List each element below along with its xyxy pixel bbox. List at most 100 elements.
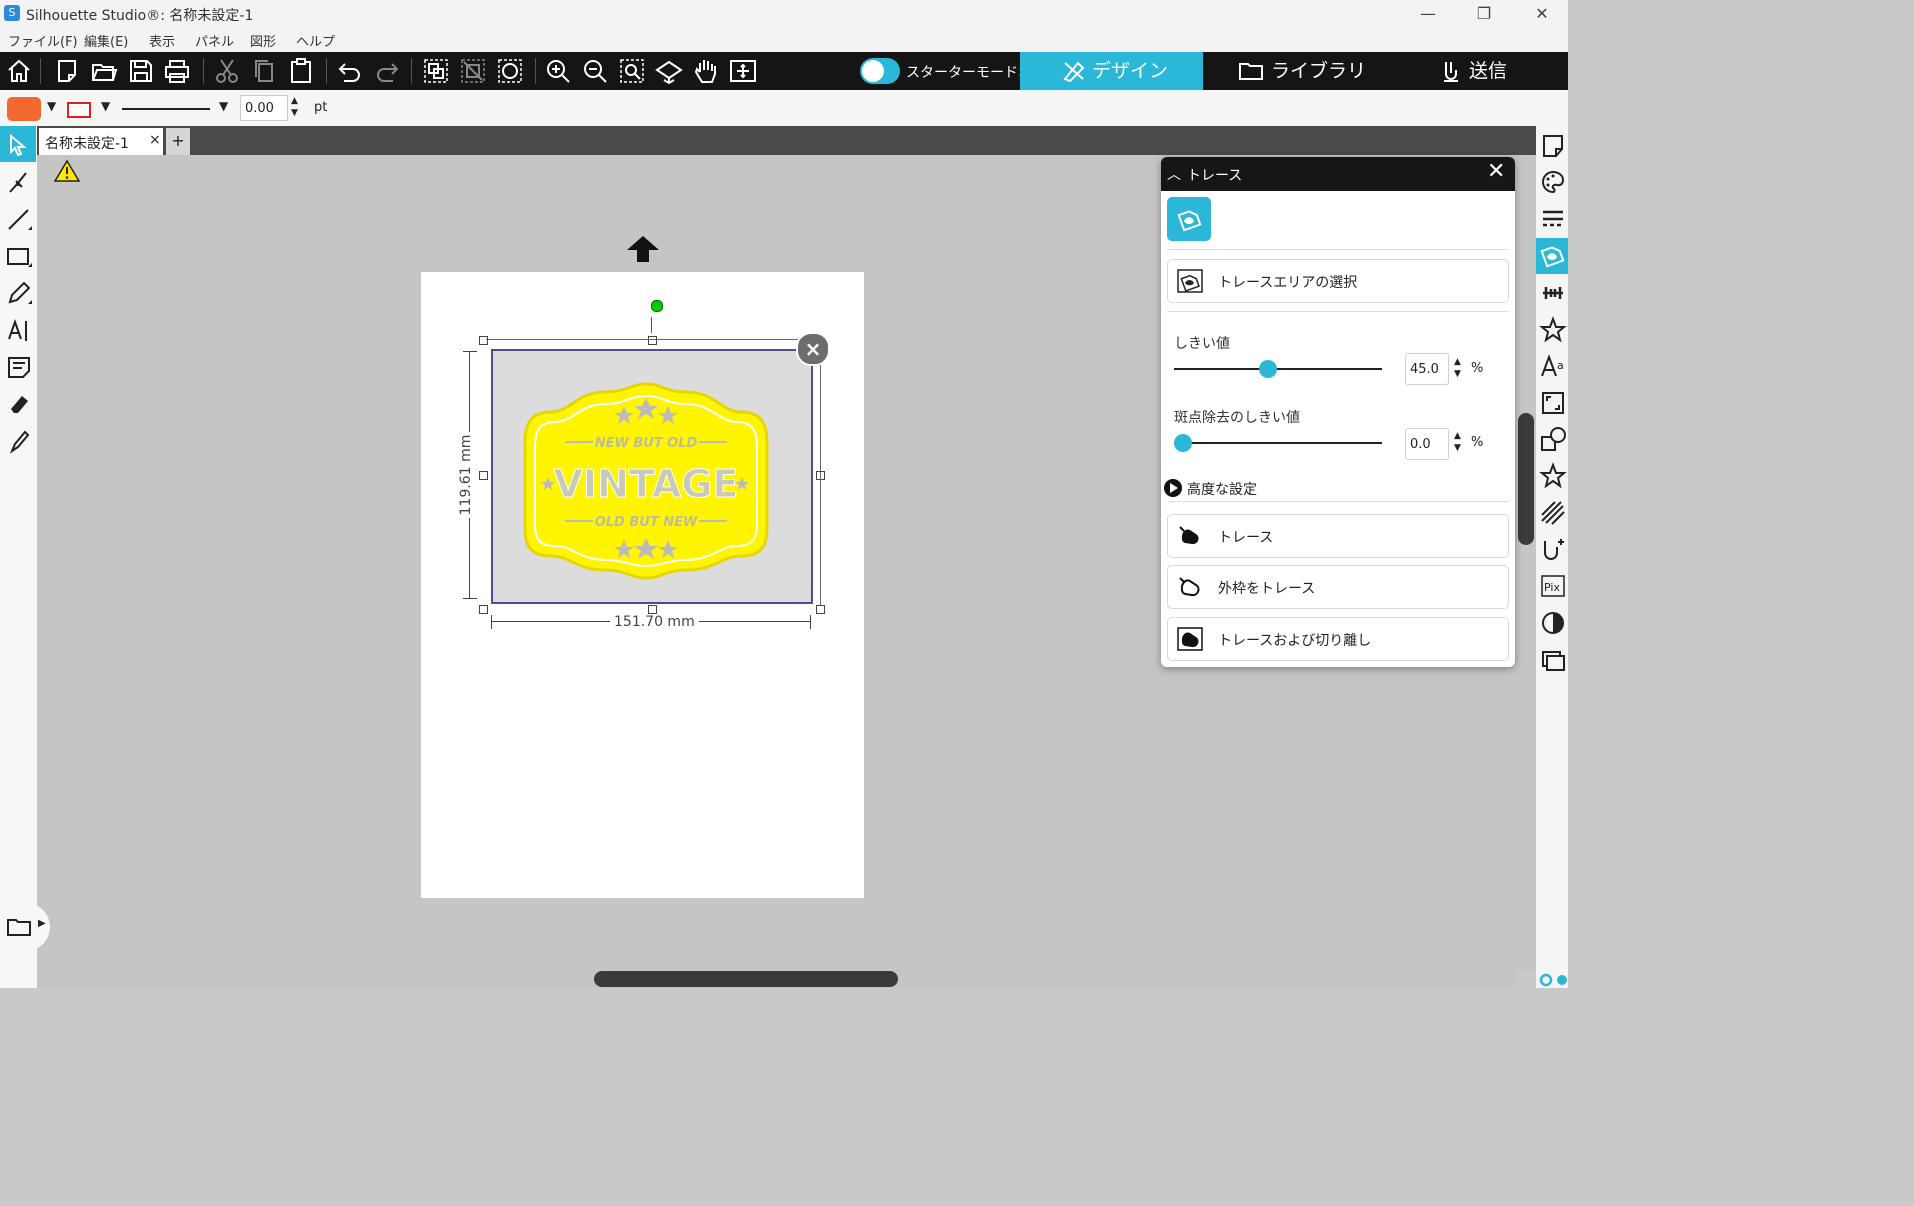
favorites-star-icon[interactable] [1539, 462, 1567, 490]
select-trace-area-button[interactable]: トレースエリアの選択 [1167, 259, 1509, 303]
menu-shape[interactable]: 図形 [250, 31, 276, 50]
trace-panel-toggle[interactable] [1536, 238, 1568, 274]
resize-handle[interactable] [479, 336, 488, 345]
resize-handle[interactable] [648, 605, 657, 614]
zoom-in-icon[interactable] [543, 56, 573, 86]
rotate-handle[interactable] [651, 300, 663, 312]
starter-mode-toggle[interactable] [860, 58, 900, 84]
close-panel-button[interactable]: ✕ [1487, 159, 1505, 184]
menu-edit[interactable]: 編集(E) [84, 31, 128, 50]
collapse-chevron-icon[interactable]: ︿ [1167, 164, 1181, 184]
menu-view[interactable]: 表示 [149, 31, 175, 50]
warning-icon[interactable] [54, 159, 80, 183]
text-tool-icon[interactable] [4, 315, 34, 345]
text-box-tool-icon[interactable] [4, 352, 34, 382]
open-icon[interactable] [89, 56, 119, 86]
text-style-icon[interactable]: a [1539, 352, 1567, 380]
despeckle-slider-track[interactable] [1174, 442, 1382, 444]
despeckle-label: 斑点除去のしきい値 [1174, 410, 1300, 426]
delete-selection-button[interactable]: × [796, 332, 830, 366]
group-icon[interactable] [421, 56, 451, 86]
eraser-tool-icon[interactable] [4, 389, 34, 419]
threshold-slider-track[interactable] [1174, 368, 1382, 370]
fit-page-icon[interactable] [728, 56, 758, 86]
tab-design[interactable]: デザイン [1020, 52, 1203, 90]
resize-handle[interactable] [479, 471, 488, 480]
redo-icon[interactable] [372, 56, 402, 86]
undo-icon[interactable] [335, 56, 365, 86]
page-setup-icon[interactable] [1539, 132, 1567, 160]
contrast-icon[interactable] [1539, 609, 1567, 637]
menu-help[interactable]: ヘルプ [296, 31, 335, 50]
copy-icon[interactable] [249, 56, 279, 86]
zoom-out-icon[interactable] [580, 56, 610, 86]
despeckle-slider-thumb[interactable] [1174, 434, 1192, 452]
fill-pattern-icon[interactable] [1539, 499, 1567, 527]
close-tab-button[interactable]: × [149, 132, 161, 148]
line-style-preview[interactable] [122, 108, 210, 110]
save-icon[interactable] [126, 56, 156, 86]
color-palette-icon[interactable] [1539, 168, 1567, 196]
trace-button[interactable]: トレース [1167, 514, 1509, 558]
tab-library[interactable]: ライブラリ [1203, 52, 1413, 90]
cut-icon[interactable] [212, 56, 242, 86]
resize-handle[interactable] [648, 336, 657, 345]
pan-icon[interactable] [654, 56, 684, 86]
line-width-stepper[interactable]: ▲ ▼ [291, 95, 298, 119]
despeckle-stepper[interactable]: ▲ ▼ [1454, 430, 1461, 454]
resize-handle[interactable] [816, 605, 825, 614]
trace-and-detach-button[interactable]: トレースおよび切り離し [1167, 617, 1509, 661]
select-all-icon[interactable] [495, 56, 525, 86]
line-style-dropdown-arrow[interactable]: ▼ [219, 99, 228, 113]
new-icon[interactable] [52, 56, 82, 86]
close-window-button[interactable]: ✕ [1519, 0, 1565, 28]
shapes-icon[interactable] [1539, 425, 1567, 453]
hand-icon[interactable] [691, 56, 721, 86]
line-color-swatch[interactable] [67, 102, 91, 118]
resize-handle[interactable] [479, 605, 488, 614]
vertical-scroll-thumb[interactable] [1518, 413, 1534, 545]
line-width-input[interactable]: 0.00 [240, 95, 288, 121]
library-drawer-toggle[interactable]: ▶ [0, 903, 50, 951]
horizontal-scrollbar[interactable] [37, 970, 1516, 988]
pix-scan-icon[interactable]: Pix [1539, 572, 1567, 600]
line-tool-icon[interactable] [4, 204, 34, 234]
threshold-slider-thumb[interactable] [1258, 360, 1277, 378]
ungroup-icon[interactable] [458, 56, 488, 86]
line-style-icon[interactable] [1539, 205, 1567, 233]
settings-gear-icon[interactable] [1538, 972, 1568, 988]
menu-panel[interactable]: パネル [195, 31, 234, 50]
pencil-tool-icon[interactable] [4, 278, 34, 308]
zoom-fit-icon[interactable] [617, 56, 647, 86]
menu-file[interactable]: ファイル(F) [8, 31, 78, 50]
fill-color-swatch[interactable] [7, 97, 41, 121]
advanced-expand-icon[interactable] [1164, 479, 1182, 497]
send-settings-icon[interactable] [1539, 536, 1567, 564]
trace-outer-edge-button[interactable]: 外枠をトレース [1167, 565, 1509, 609]
point-edit-icon[interactable] [4, 167, 34, 197]
despeckle-input[interactable]: 0.0 [1405, 428, 1449, 460]
line-color-dropdown-arrow[interactable]: ▼ [101, 99, 110, 113]
print-icon[interactable] [162, 56, 192, 86]
horizontal-scroll-thumb[interactable] [594, 971, 898, 987]
threshold-input[interactable]: 45.0 [1405, 353, 1449, 385]
tab-send[interactable]: 送信 [1413, 52, 1568, 90]
minimize-button[interactable]: — [1405, 0, 1451, 28]
scale-icon[interactable] [1539, 389, 1567, 417]
paste-icon[interactable] [286, 56, 316, 86]
vertical-scrollbar[interactable] [1516, 155, 1536, 970]
maximize-button[interactable]: ❐ [1461, 0, 1507, 28]
fill-dropdown-arrow[interactable]: ▼ [47, 99, 56, 113]
trace-mode-tab[interactable] [1167, 197, 1211, 241]
document-tab[interactable]: 名称未設定-1 × [39, 128, 163, 155]
rectangle-tool-icon[interactable] [4, 241, 34, 271]
threshold-stepper[interactable]: ▲ ▼ [1454, 356, 1461, 380]
home-icon[interactable] [4, 56, 34, 86]
add-tab-button[interactable]: + [166, 128, 190, 155]
knife-tool-icon[interactable] [4, 426, 34, 456]
layers-icon[interactable] [1539, 646, 1567, 674]
advanced-settings-label[interactable]: 高度な設定 [1187, 479, 1257, 499]
transform-icon[interactable] [1539, 316, 1567, 344]
select-tool[interactable] [0, 126, 36, 162]
align-icon[interactable] [1539, 279, 1567, 307]
